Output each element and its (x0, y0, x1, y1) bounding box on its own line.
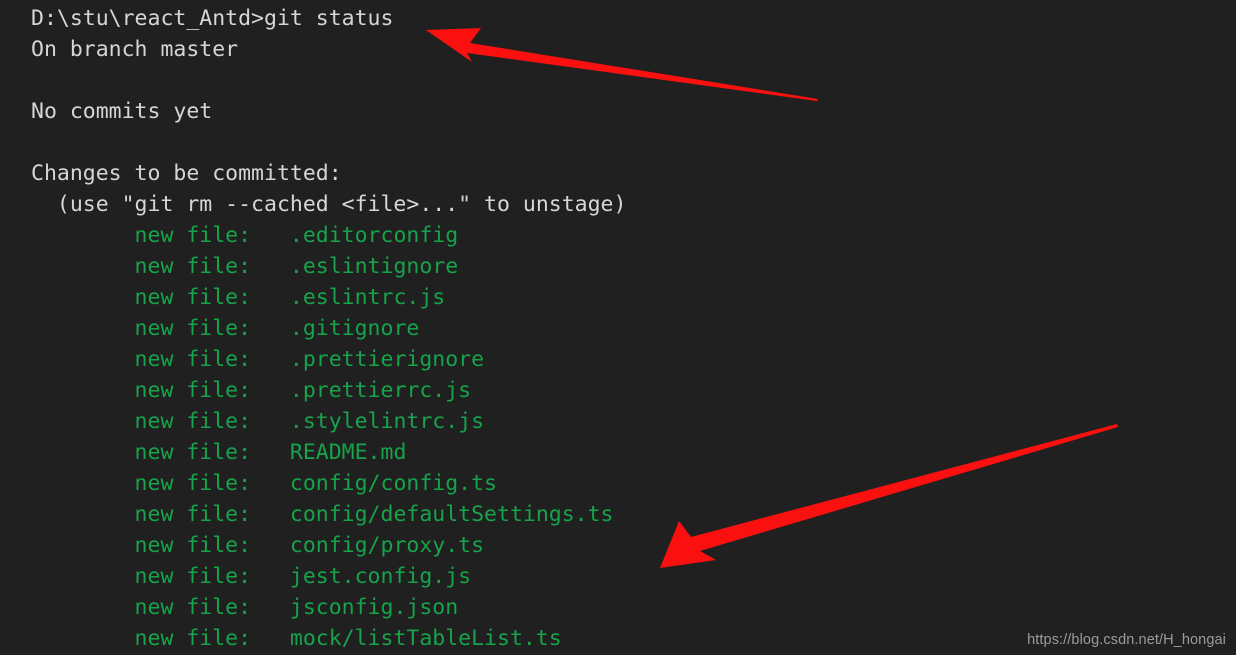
file-status-label: new file: (31, 378, 290, 403)
file-path: .prettierrc.js (289, 378, 472, 403)
terminal-line-blank-4 (31, 127, 1221, 158)
file-status-label: new file: (31, 254, 290, 279)
file-status-label: new file: (31, 223, 290, 248)
file-status-label: new file: (31, 533, 290, 558)
file-path: config/config.ts (289, 471, 497, 496)
console-output: D:\stu\react_Antd>git status On branch ma… (31, 3, 1221, 654)
file-path: jest.config.js (289, 564, 472, 589)
file-path: README.md (289, 440, 407, 465)
terminal-line-added-7: new file: .editorconfig (31, 220, 1221, 251)
terminal-line-added-12: new file: .prettierrc.js (31, 375, 1221, 406)
file-path: .prettierignore (289, 347, 485, 372)
file-path: .eslintrc.js (289, 285, 446, 310)
file-path: config/proxy.ts (289, 533, 485, 558)
terminal-line-added-14: new file: README.md (31, 437, 1221, 468)
file-status-label: new file: (31, 316, 290, 341)
file-status-label: new file: (31, 471, 290, 496)
file-status-label: new file: (31, 564, 290, 589)
file-path: config/defaultSettings.ts (289, 502, 614, 527)
file-status-label: new file: (31, 502, 290, 527)
terminal-line-added-17: new file: config/proxy.ts (31, 530, 1221, 561)
file-path: .editorconfig (289, 223, 459, 248)
terminal-window: D:\stu\react_Antd>git status On branch ma… (0, 0, 1236, 655)
file-path: .stylelintrc.js (289, 409, 485, 434)
terminal-line-added-19: new file: jsconfig.json (31, 592, 1221, 623)
terminal-line-added-8: new file: .eslintignore (31, 251, 1221, 282)
watermark: https://blog.csdn.net/H_hongai (1027, 632, 1226, 648)
terminal-line-added-18: new file: jest.config.js (31, 561, 1221, 592)
terminal-line-plain-6: (use "git rm --cached <file>..." to unst… (31, 192, 627, 217)
file-status-label: new file: (31, 595, 290, 620)
terminal-line-plain-1: On branch master (31, 37, 239, 62)
terminal-line-plain-3: No commits yet (31, 99, 213, 124)
file-status-label: new file: (31, 440, 290, 465)
file-status-label: new file: (31, 347, 290, 372)
file-path: jsconfig.json (289, 595, 459, 620)
file-status-label: new file: (31, 626, 290, 651)
terminal-line-plain-5: Changes to be committed: (31, 161, 342, 186)
file-path: mock/listTableList.ts (289, 626, 562, 651)
terminal-line-added-9: new file: .eslintrc.js (31, 282, 1221, 313)
file-status-label: new file: (31, 409, 290, 434)
terminal-line-blank-2 (31, 65, 1221, 96)
file-path: .gitignore (289, 316, 420, 341)
terminal-line-added-10: new file: .gitignore (31, 313, 1221, 344)
file-path: .eslintignore (289, 254, 459, 279)
terminal-line-added-16: new file: config/defaultSettings.ts (31, 499, 1221, 530)
terminal-line-prompt-0: D:\stu\react_Antd>git status (31, 6, 394, 31)
file-status-label: new file: (31, 285, 290, 310)
terminal-line-added-15: new file: config/config.ts (31, 468, 1221, 499)
terminal-line-added-13: new file: .stylelintrc.js (31, 406, 1221, 437)
terminal-line-added-11: new file: .prettierignore (31, 344, 1221, 375)
